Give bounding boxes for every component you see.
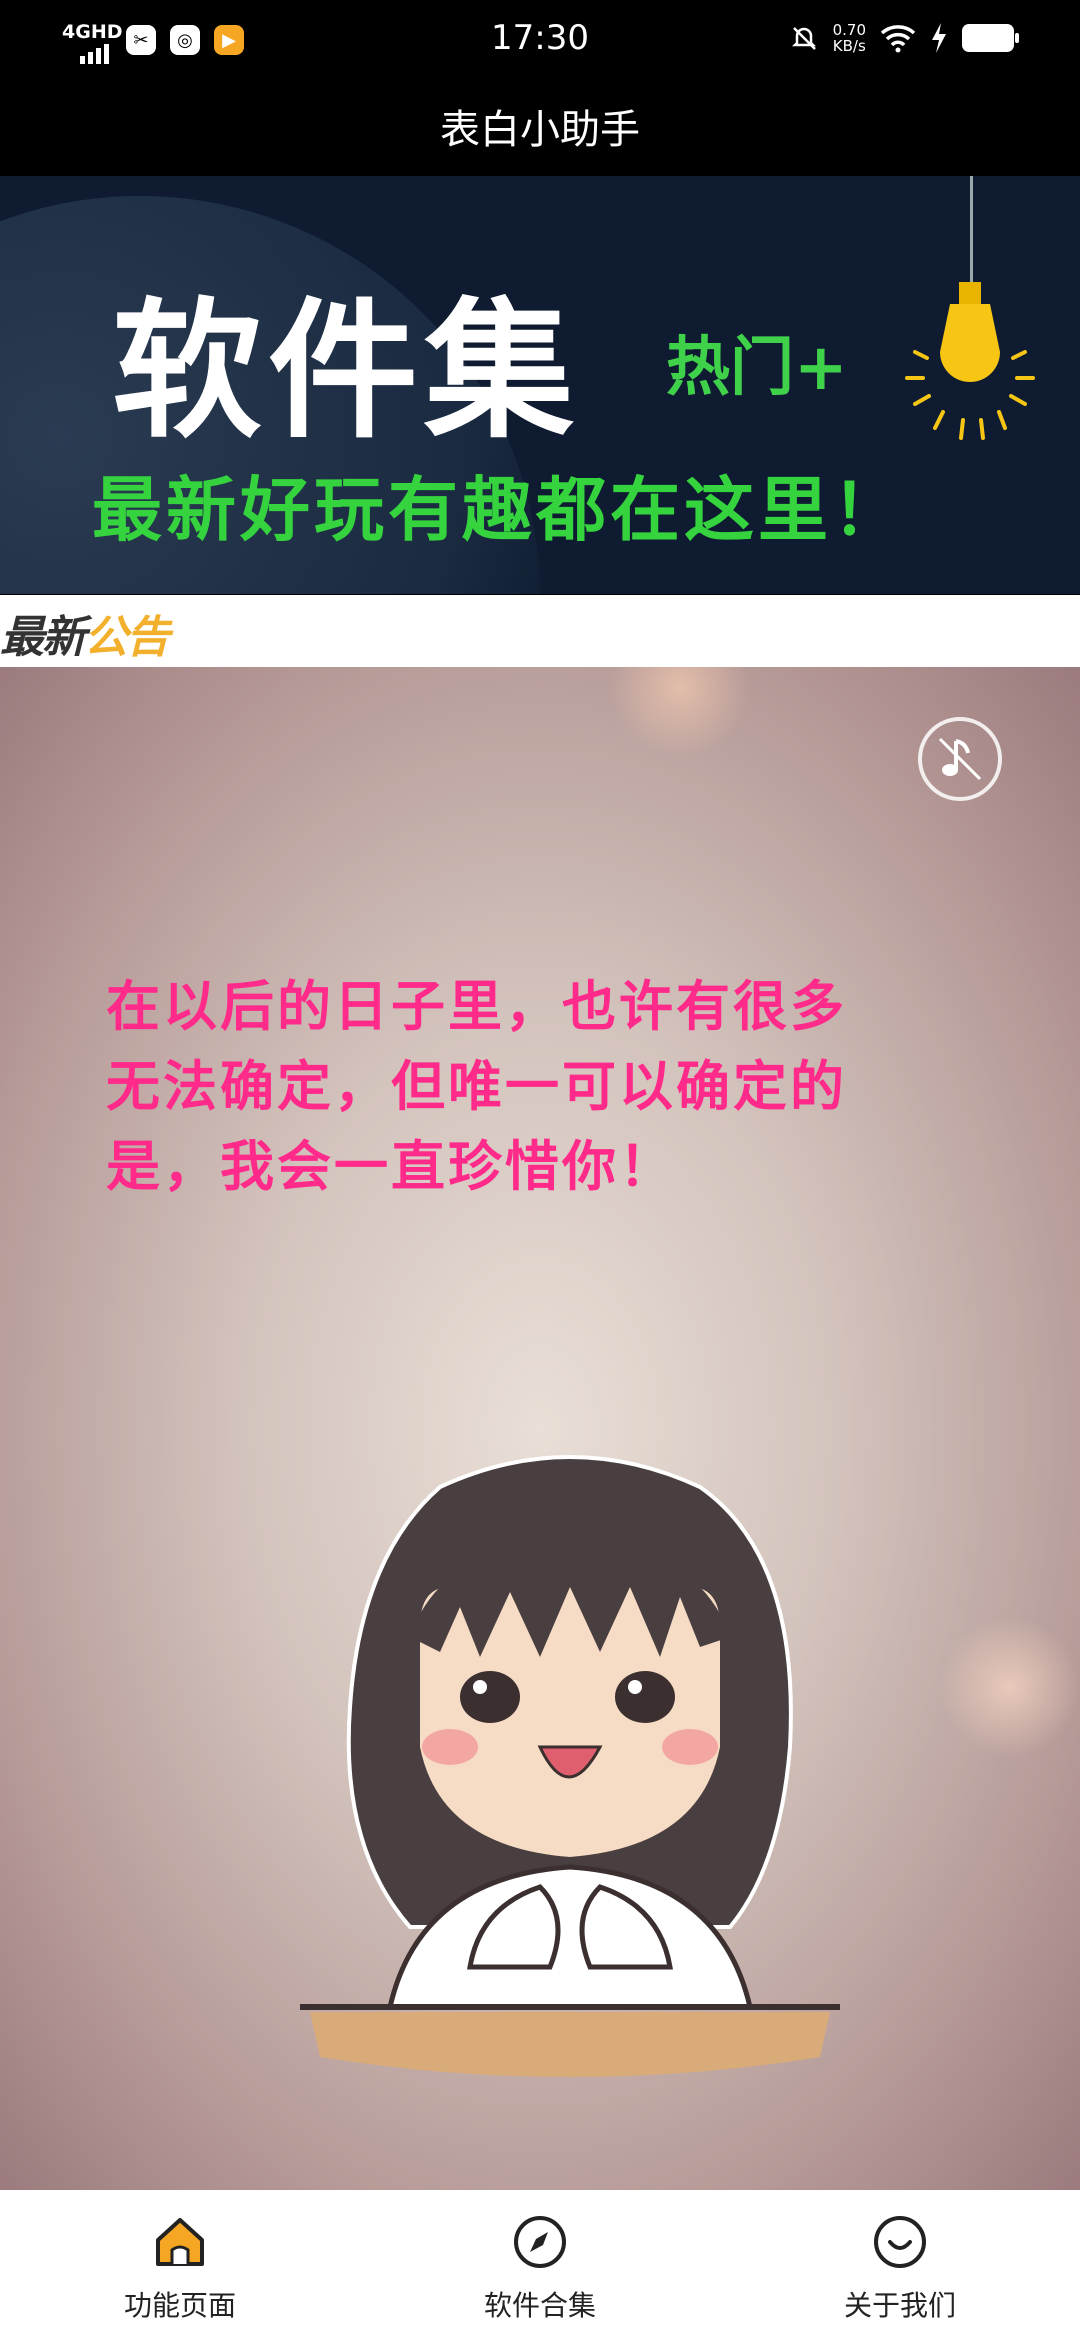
message-line: 无法确定，但唯一可以确定的 [106,1055,847,1118]
message-line: 在以后的日子里，也许有很多 [106,975,847,1038]
banner-image[interactable]: 软件集 热门+ 最新好玩有趣都在这里！ [0,176,1080,594]
tab-label: 软件合集 [483,2289,596,2322]
wifi-icon [880,25,916,53]
app-title: 表白小助手 [0,84,1080,176]
notice-label-latest: 最新 [0,612,86,663]
notice-bar[interactable]: 最新公告 [0,595,1080,667]
home-icon [156,2218,204,2266]
status-bar: 4GHD ✂ ◎ ▶ 17:30 0.70 KB/s [0,0,1080,84]
tab-about-us[interactable]: 关于我们 [780,2212,1020,2324]
bulb-cord [970,176,973,286]
compass-icon [514,2216,566,2268]
tab-label: 功能页面 [123,2289,236,2322]
speed-value: 0.70 [832,21,866,39]
status-right: 0.70 KB/s [789,22,1019,54]
confession-card: 在以后的日子里，也许有很多 无法确定，但唯一可以确定的 是，我会一直珍惜你！ [0,667,1080,2190]
tab-label: 关于我们 [843,2289,956,2322]
music-off-icon [938,737,982,781]
lightbulb-icon [905,282,1035,440]
notice-label-announcement: 公告 [84,612,170,663]
notice-label: 最新公告 [0,601,170,665]
banner-hot-label: 热门+ [666,331,848,405]
confession-message: 在以后的日子里，也许有很多 无法确定，但唯一可以确定的 是，我会一直珍惜你！ [106,967,986,1207]
tab-software-collection[interactable]: 软件合集 [420,2212,660,2324]
charging-icon [932,23,946,53]
network-speed: 0.70 KB/s [833,22,866,54]
mute-icon [791,27,816,50]
music-toggle-button[interactable] [918,717,1002,801]
banner-title: 软件集 [112,285,581,459]
smile-icon [874,2216,926,2268]
banner-slogan: 最新好玩有趣都在这里！ [92,469,906,551]
girl-illustration [300,1455,840,2077]
speed-unit: KB/s [832,37,866,55]
message-line: 是，我会一直珍惜你！ [106,1135,676,1198]
battery-icon [962,24,1019,52]
tab-function-page[interactable]: 功能页面 [60,2212,300,2324]
bottom-tab-bar: 功能页面 软件合集 关于我们 [0,2190,1080,2340]
